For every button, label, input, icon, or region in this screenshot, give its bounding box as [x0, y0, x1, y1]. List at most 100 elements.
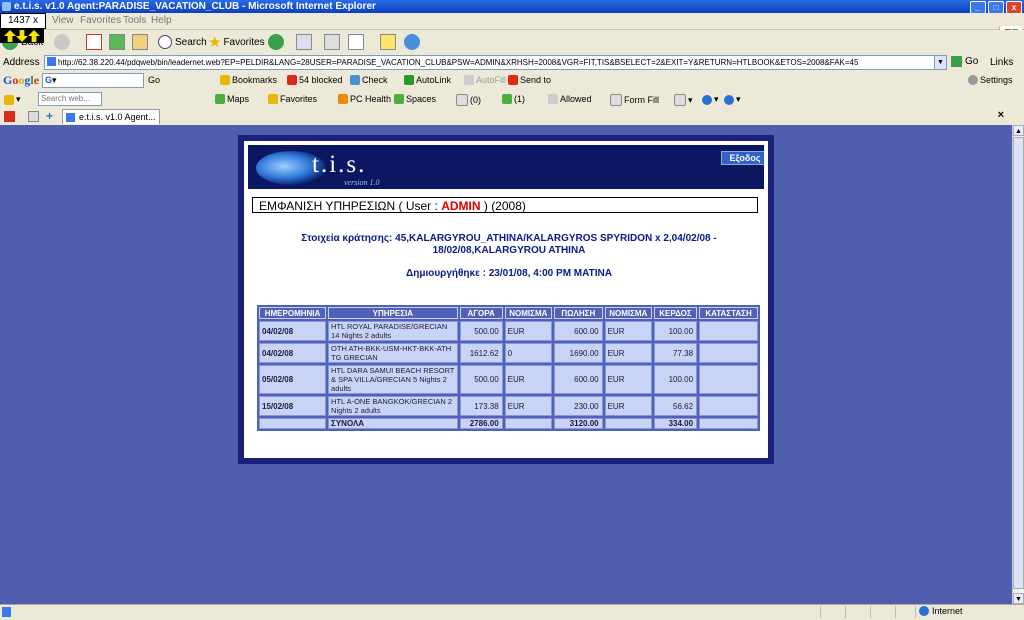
totals-label: ΣΥΝΟΛΑ — [328, 418, 458, 429]
menu-view[interactable]: View — [52, 15, 74, 26]
row-currency-sell: EUR — [604, 343, 652, 363]
form-fill-button[interactable]: Form Fill — [610, 94, 659, 106]
google-toolbar: Google G▾ Go Bookmarks 54 blocked Check … — [0, 71, 1024, 91]
go-button[interactable]: Go — [951, 56, 978, 67]
mail-icon — [296, 34, 312, 50]
refresh-icon — [109, 34, 125, 50]
spaces-icon — [394, 94, 404, 104]
col-status: ΚΑΤΑΣΤΑΣΗ — [699, 307, 758, 319]
spell-check-button[interactable]: Check — [350, 75, 388, 85]
links-button[interactable]: Links — [990, 57, 1013, 68]
url-dropdown-button[interactable]: ▼ — [934, 55, 947, 70]
etis-banner: t.i.s. version 1.0 Εξοδος — [248, 145, 764, 189]
rss-button[interactable]: ▾ — [674, 94, 693, 106]
maps-button[interactable]: Maps — [215, 94, 249, 104]
messenger-button[interactable] — [404, 33, 423, 51]
menu-bar: View Favorites Tools Help — [0, 13, 1024, 42]
row-service: OTH ATH-BKK-USM-HKT-BKK-ATH TG GRECIAN — [328, 343, 458, 363]
col-currency-sell: ΝΟΜΙΣΜΑ — [604, 307, 652, 319]
search-button[interactable]: Search — [158, 33, 207, 51]
quick-tabs-icon[interactable] — [28, 111, 39, 122]
totals-buy: 2786.00 — [459, 418, 503, 429]
tab-etis[interactable]: e.t.i.s. v1.0 Agent... — [62, 109, 160, 124]
exit-button[interactable]: Εξοδος — [721, 151, 764, 165]
col-profit: ΚΕΡΔΟΣ — [653, 307, 698, 319]
mail-count-button[interactable]: (0) — [456, 94, 481, 106]
spaces-button[interactable]: Spaces — [394, 94, 436, 104]
home-button[interactable] — [132, 33, 148, 51]
row-status — [699, 321, 758, 341]
new-tab-icon[interactable]: + — [46, 110, 57, 122]
google-search-input[interactable]: G▾ — [42, 73, 144, 88]
google-go-button[interactable]: Go — [148, 75, 160, 85]
msn-icon[interactable]: ▾ — [4, 94, 21, 105]
scroll-thumb[interactable] — [1013, 137, 1024, 589]
vertical-scrollbar[interactable]: ▲ ▼ — [1012, 125, 1024, 604]
favorites-button[interactable]: ★ Favorites — [208, 33, 265, 51]
pc-health-button[interactable]: PC Health — [338, 94, 391, 104]
user-name: ADMIN — [441, 199, 481, 213]
autolink-icon — [404, 75, 414, 85]
popup-blocker[interactable]: 54 blocked — [287, 75, 343, 85]
map-icon — [215, 94, 225, 104]
row-sell: 600.00 — [553, 321, 603, 341]
home-icon — [132, 34, 148, 50]
buddy-icon — [502, 94, 512, 104]
star-icon: ★ — [208, 34, 222, 51]
popup-blocked-icon — [287, 75, 297, 85]
menu-tools[interactable]: Tools — [123, 15, 146, 26]
row-profit: 77.38 — [653, 343, 698, 363]
send-to-button[interactable]: Send to — [508, 75, 551, 85]
window-title-bar: e.t.i.s. v1.0 Agent:PARADISE_VACATION_CL… — [0, 0, 1024, 14]
url-field[interactable]: http://62.38.220.44/pdqweb/bin/leadernet… — [44, 55, 946, 70]
status-page-icon — [2, 607, 11, 617]
forward-button[interactable] — [54, 33, 73, 51]
row-date: 04/02/08 — [259, 321, 327, 341]
history-button[interactable] — [268, 33, 287, 51]
totals-sell: 3120.00 — [553, 418, 603, 429]
web-search-input[interactable]: Search web... — [38, 92, 102, 106]
row-service: HTL DARA SAMUI BEACH RESORT & SPA VILLA/… — [328, 365, 458, 394]
url-text: http://62.38.220.44/pdqweb/bin/leadernet… — [58, 58, 859, 67]
autofill-button[interactable]: AutoFill — [464, 75, 506, 85]
help-button[interactable]: ▾ — [724, 94, 741, 105]
scroll-down-button[interactable]: ▼ — [1013, 593, 1024, 604]
bookmarks-button[interactable]: Bookmarks — [220, 75, 277, 85]
refresh-button[interactable] — [109, 33, 125, 51]
created-info: Δημιουργήθηκε : 23/01/08, 4:00 PM MATINA — [406, 268, 612, 279]
table-row: 04/02/08 HTL ROYAL PARADISE/GRECIAN 14 N… — [259, 321, 758, 341]
favorites-star-icon — [268, 94, 278, 104]
mail-button[interactable] — [296, 33, 312, 51]
row-currency-sell: EUR — [604, 396, 652, 416]
messenger-count-button[interactable]: (1) — [502, 94, 525, 104]
col-service: ΥΠΗΡΕΣΙΑ — [328, 307, 458, 319]
totals-row: ΣΥΝΟΛΑ 2786.00 3120.00 334.00 — [259, 418, 758, 429]
menu-help[interactable]: Help — [151, 15, 172, 26]
row-currency-buy: EUR — [504, 365, 552, 394]
popup-allowed-button[interactable]: Allowed — [548, 94, 592, 104]
notes-icon — [380, 34, 396, 50]
row-currency-sell: EUR — [604, 365, 652, 394]
tools-button[interactable]: ▾ — [702, 94, 719, 105]
row-profit: 100.00 — [653, 321, 698, 341]
window-title: e.t.i.s. v1.0 Agent:PARADISE_VACATION_CL… — [14, 1, 376, 12]
menu-favorites[interactable]: Favorites — [80, 15, 121, 26]
totals-blank — [604, 418, 652, 429]
col-date: ΗΜΕΡΟΜΗΝΙΑ — [259, 307, 327, 319]
close-tab-icon[interactable]: × — [998, 109, 1004, 121]
go-arrow-icon — [951, 56, 962, 67]
edit-button[interactable] — [348, 33, 364, 51]
msn-favorites-button[interactable]: Favorites — [268, 94, 317, 104]
scroll-up-button[interactable]: ▲ — [1013, 125, 1024, 136]
health-icon — [338, 94, 348, 104]
row-date: 04/02/08 — [259, 343, 327, 363]
google-settings-button[interactable]: Settings — [968, 75, 1013, 85]
size-badge: 1437 x 869 — [0, 13, 46, 40]
address-bar: Address http://62.38.220.44/pdqweb/bin/l… — [0, 54, 1024, 72]
stop-button[interactable] — [86, 33, 102, 51]
table-row: 04/02/08 OTH ATH-BKK-USM-HKT-BKK-ATH TG … — [259, 343, 758, 363]
autolink-button[interactable]: AutoLink — [404, 75, 451, 85]
tab-list-icon[interactable] — [4, 111, 15, 122]
notes-button[interactable] — [380, 33, 396, 51]
print-button[interactable] — [324, 33, 340, 51]
